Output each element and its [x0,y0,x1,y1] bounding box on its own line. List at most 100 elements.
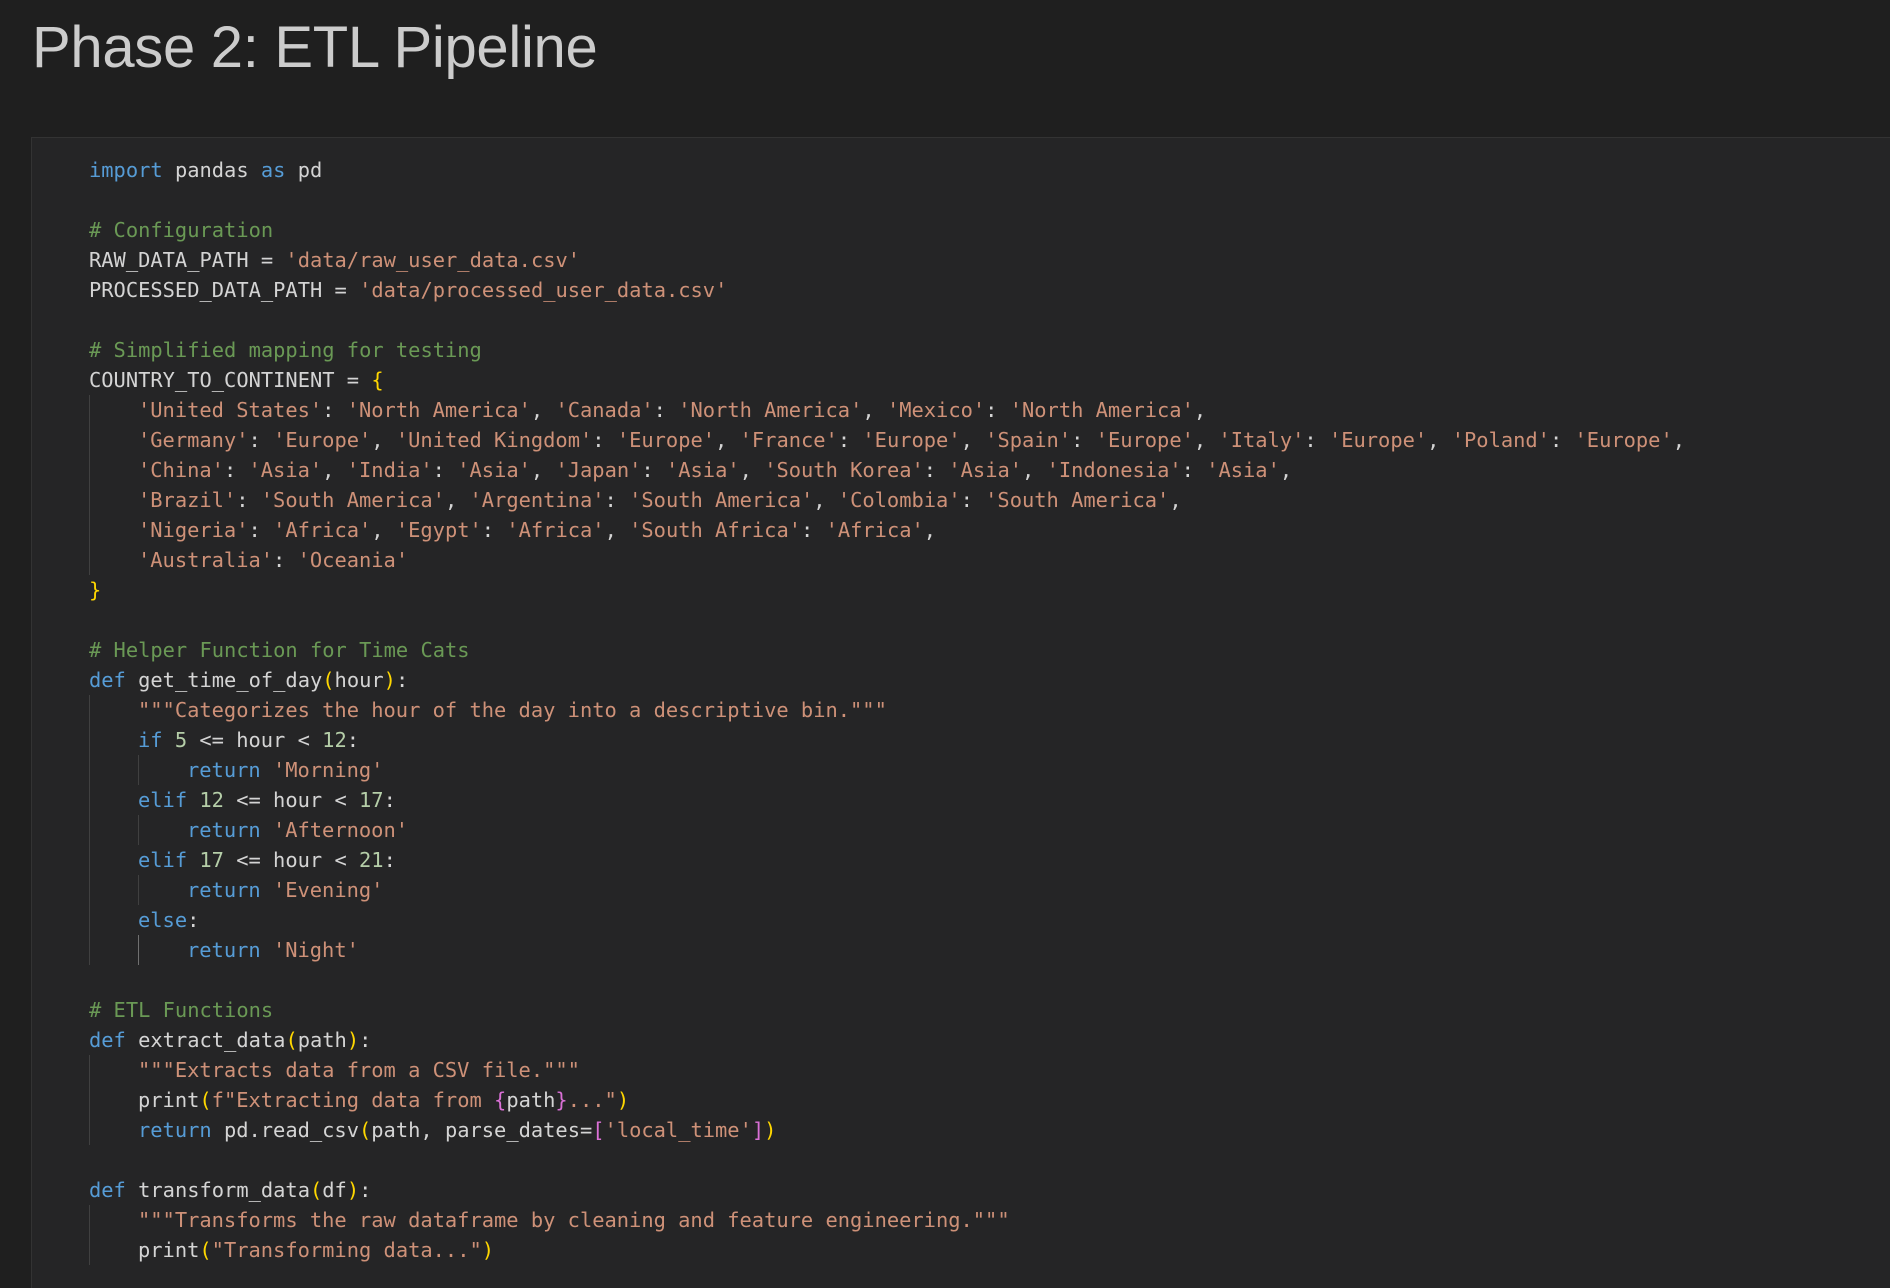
code-token: , [530,458,556,482]
code-token: : [273,548,298,572]
code-token: ) [346,1028,360,1052]
code-line: return 'Morning' [89,755,1685,785]
code-token: : [837,428,863,452]
code-token: , [960,428,986,452]
code-line: print("Transforming data...") [89,1235,1685,1265]
code-line: """Categorizes the hour of the day into … [89,695,1685,725]
code-token: 'Europe' [273,428,372,452]
code-line: def extract_data(path): [89,1025,1685,1055]
code-token: 'Africa' [825,518,924,542]
code-token: 'South America' [260,488,445,512]
indent-guide [89,515,138,545]
code-token: , [371,428,396,452]
code-line: # Configuration [89,215,1685,245]
code-token: ) [764,1118,777,1142]
code-token: : [322,398,347,422]
code-token: : [223,458,249,482]
code-token: 'Africa' [273,518,372,542]
code-line: return 'Night' [89,935,1685,965]
indent-guide [89,695,138,725]
code-token: : [383,848,396,872]
code-token: # ETL Functions [89,998,274,1022]
code-token: return [187,818,261,842]
code-line: def get_time_of_day(hour): [89,665,1685,695]
code-token: 'data/raw_user_data.csv' [285,248,581,272]
indent-guide [89,935,138,965]
code-token: ..." [567,1088,617,1112]
indent-guide [89,1115,138,1145]
code-token: extract_data [125,1028,286,1052]
code-token: : [1304,428,1329,452]
indent-guide [138,875,187,905]
code-line: } [89,575,1685,605]
code-token: 'South America' [985,488,1170,512]
code-token: 'Asia' [457,458,531,482]
code-token: 'United States' [138,398,323,422]
code-token: , [604,518,630,542]
code-line: # ETL Functions [89,995,1685,1025]
code-token: , [1427,428,1452,452]
code-line: COUNTRY_TO_CONTINENT = { [89,365,1685,395]
indent-guide [89,1085,138,1115]
code-token: 'Colombia' [837,488,961,512]
code-line: RAW_DATA_PATH = 'data/raw_user_data.csv' [89,245,1685,275]
code-token: : [1549,428,1575,452]
code-token: <= hour < [187,728,323,752]
code-line: PROCESSED_DATA_PATH = 'data/processed_us… [89,275,1685,305]
code-token: import [89,158,163,182]
code-token: : [801,518,826,542]
code-token: 'Spain' [985,428,1072,452]
code-token: , [923,518,937,542]
code-token: , [862,398,887,422]
code-token: , [1672,428,1686,452]
code-line: return 'Evening' [89,875,1685,905]
code-token: pd.read_csv [211,1118,359,1142]
code-line: """Extracts data from a CSV file.""" [89,1055,1685,1085]
code-token: : [1181,458,1207,482]
code-token: , [530,398,556,422]
code-token: : [923,458,949,482]
code-cell[interactable]: import pandas as pd # Configuration RAW_D… [31,137,1890,1288]
code-token: 12 [322,728,347,752]
code-token: ) [481,1238,495,1262]
code-token: 'Europe' [1095,428,1194,452]
code-token: 'France' [739,428,838,452]
code-token: 'North America' [1009,398,1194,422]
code-token: path [297,1028,347,1052]
code-token: ) [616,1088,630,1112]
code-token: 'India' [346,458,433,482]
indent-guide [89,725,138,755]
code-token: ) [383,668,396,692]
code-token: 'Evening' [272,878,384,902]
code-token: pd [285,158,323,182]
code-line: else: [89,905,1685,935]
code-token: as [260,158,286,182]
code-token: : [359,1028,372,1052]
code-token: ( [322,668,335,692]
indent-guide [138,935,187,965]
code-token: path, parse_dates= [371,1118,593,1142]
indent-guide [89,425,138,455]
code-token: : [653,398,679,422]
code-token: 5 [174,728,188,752]
code-token: : [481,518,507,542]
code-line: return 'Afternoon' [89,815,1685,845]
indent-guide [89,785,138,815]
code-token: pandas [162,158,261,182]
code-token: : [248,518,274,542]
code-token: 'North America' [678,398,863,422]
code-editor[interactable]: import pandas as pd # Configuration RAW_D… [89,155,1685,1265]
code-line: print(f"Extracting data from {path}...") [89,1085,1685,1115]
code-token: 'Europe' [616,428,716,452]
code-token: path [506,1088,556,1112]
code-token: : [236,488,261,512]
code-token: """Extracts data from a CSV file.""" [138,1058,580,1082]
indent-guide [89,485,138,515]
code-line: elif 12 <= hour < 17: [89,785,1685,815]
indent-guide [89,905,138,935]
code-line: if 5 <= hour < 12: [89,725,1685,755]
code-token: 'Argentina' [469,488,605,512]
indent-guide [89,845,138,875]
